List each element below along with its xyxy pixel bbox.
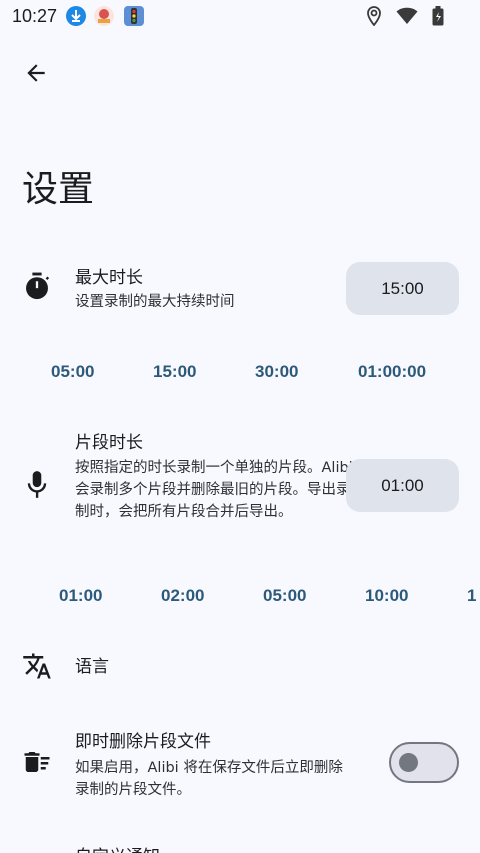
location-icon xyxy=(366,6,382,30)
microphone-icon xyxy=(22,470,52,500)
delete-segments-title: 即时删除片段文件 xyxy=(75,732,211,752)
page-title: 设置 xyxy=(22,169,95,210)
segment-duration-presets: 01:00 02:00 05:00 10:00 1 xyxy=(0,586,480,616)
delete-sweep-icon xyxy=(22,747,52,777)
language-title: 语言 xyxy=(75,657,109,677)
preset-chip[interactable]: 05:00 xyxy=(51,362,94,382)
max-duration-presets: 05:00 15:00 30:00 01:00:00 xyxy=(0,362,480,392)
max-duration-value-button[interactable]: 15:00 xyxy=(346,262,459,315)
preset-chip[interactable]: 02:00 xyxy=(161,586,204,606)
preset-chip[interactable]: 1 xyxy=(467,586,476,606)
back-button[interactable] xyxy=(14,55,58,95)
segment-duration-title: 片段时长 xyxy=(75,433,143,453)
translate-icon xyxy=(22,651,52,681)
preset-chip[interactable]: 05:00 xyxy=(263,586,306,606)
segment-duration-desc: 按照指定的时长录制一个单独的片段。Alibi 会录制多个片段并删除最旧的片段。导… xyxy=(75,460,353,520)
preset-chip[interactable]: 10:00 xyxy=(365,586,408,606)
custom-notification-title: 自定义通知 xyxy=(75,842,160,853)
preset-chip[interactable]: 15:00 xyxy=(153,362,196,382)
delete-segments-desc: 如果启用，Alibi 将在保存文件后立即删除录制的片段文件。 xyxy=(75,760,343,798)
battery-icon xyxy=(432,6,444,30)
status-time: 10:27 xyxy=(12,6,58,26)
max-duration-title: 最大时长 xyxy=(75,268,143,288)
preset-chip[interactable]: 01:00:00 xyxy=(358,362,426,382)
status-bar: 10:27 xyxy=(0,0,480,34)
delete-segments-toggle[interactable] xyxy=(389,742,459,783)
arrow-left-icon xyxy=(23,60,49,90)
toggle-knob xyxy=(399,753,418,772)
wifi-icon xyxy=(396,7,418,29)
app-notification-icon xyxy=(94,6,114,26)
stopwatch-icon xyxy=(22,272,52,302)
preset-chip[interactable]: 30:00 xyxy=(255,362,298,382)
preset-chip[interactable]: 01:00 xyxy=(59,586,102,606)
download-notification-icon xyxy=(66,6,86,26)
segment-duration-value-button[interactable]: 01:00 xyxy=(346,459,459,512)
traffic-light-notification-icon xyxy=(124,6,144,26)
status-icons xyxy=(366,6,444,30)
max-duration-desc: 设置录制的最大持续时间 xyxy=(75,294,235,310)
